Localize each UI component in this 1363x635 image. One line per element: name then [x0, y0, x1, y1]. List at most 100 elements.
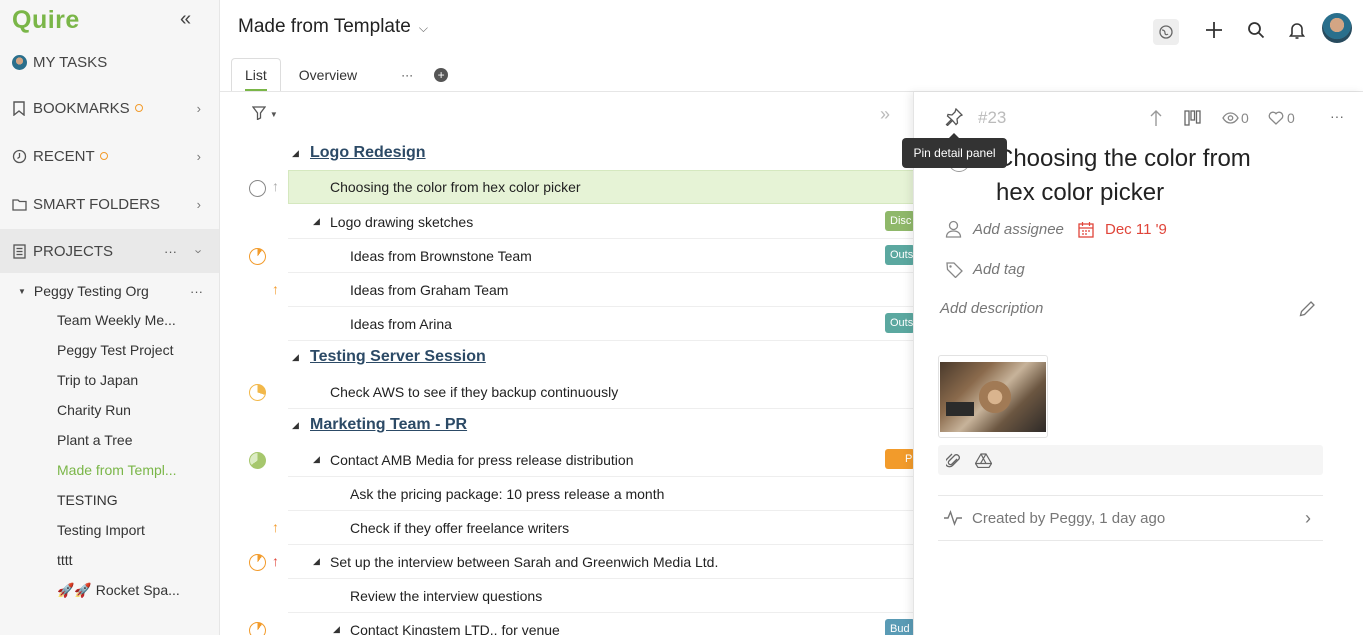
table-row[interactable]: Choosing the color from hex color picker [288, 170, 914, 204]
watchers-button[interactable]: 0 [1222, 110, 1249, 126]
tag-badge[interactable]: P [885, 449, 915, 469]
task-name[interactable]: Logo drawing sketches [330, 214, 473, 230]
tab-overview[interactable]: Overview [285, 58, 371, 92]
task-group-row[interactable]: ◢ Marketing Team - PR [288, 408, 914, 442]
table-row[interactable]: Ideas from Brownstone Team [288, 239, 914, 273]
chevron-right-icon[interactable]: › [197, 101, 201, 116]
activity-log[interactable]: Created by Peggy, 1 day ago [972, 510, 1165, 527]
sidebar-project-item[interactable]: 🚀🚀 Rocket Spa... [57, 582, 180, 599]
caret-down-icon[interactable]: ◢ [313, 216, 320, 227]
chevron-right-icon[interactable]: › [197, 149, 201, 164]
table-row[interactable]: Check AWS to see if they backup continuo… [288, 375, 914, 409]
page-title[interactable]: Made from Template ⌵ [238, 16, 428, 38]
description-field[interactable]: Add description [940, 300, 1043, 317]
sidebar-project-item[interactable]: tttt [57, 552, 73, 568]
tag-badge[interactable]: Outs [885, 313, 915, 333]
task-name[interactable]: Check AWS to see if they backup continuo… [330, 384, 618, 400]
projects-more-button[interactable]: ··· [164, 244, 177, 259]
sidebar-project-item[interactable]: Testing Import [57, 522, 145, 538]
user-avatar[interactable] [1322, 13, 1352, 43]
sidebar-item-smart-folders[interactable]: SMART FOLDERS › [0, 182, 219, 226]
tabs-more-button[interactable]: ··· [387, 58, 427, 92]
sidebar-project-item[interactable]: TESTING [57, 492, 118, 508]
chevron-right-icon[interactable]: › [1305, 508, 1311, 529]
priority-arrow-icon[interactable]: ↑ [272, 281, 279, 297]
quire-logo[interactable]: Quire [12, 6, 80, 35]
filter-button[interactable]: ▼ [251, 106, 278, 123]
caret-down-icon[interactable]: ◢ [333, 624, 340, 635]
task-group-row[interactable]: ◢ Testing Server Session [288, 340, 914, 374]
move-up-icon[interactable] [1148, 109, 1164, 132]
task-group-title[interactable]: Logo Redesign [310, 144, 426, 162]
panel-more-button[interactable]: ··· [1330, 108, 1344, 124]
plus-icon[interactable] [1202, 18, 1226, 42]
table-row[interactable]: Ideas from Graham Team [288, 273, 914, 307]
priority-arrow-icon[interactable]: ↑ [272, 519, 279, 535]
chevron-down-icon[interactable]: › [191, 249, 206, 253]
caret-down-icon[interactable]: ▼ [18, 287, 26, 296]
task-group-title[interactable]: Testing Server Session [310, 348, 486, 366]
sidebar-project-item[interactable]: Plant a Tree [57, 432, 133, 448]
public-globe-icon[interactable] [1153, 19, 1179, 45]
chevron-right-icon[interactable]: › [197, 197, 201, 212]
task-name[interactable]: Review the interview questions [350, 588, 542, 604]
task-checkbox[interactable] [249, 180, 266, 197]
org-row[interactable]: ▼ Peggy Testing Org ··· [0, 278, 219, 304]
tag-badge[interactable]: Outs [885, 245, 915, 265]
search-icon[interactable] [1244, 18, 1268, 42]
add-tag[interactable]: Add tag [973, 261, 1025, 278]
task-name[interactable]: Contact Kingstem LTD.. for venue [350, 622, 560, 635]
add-tab-icon[interactable]: + [427, 58, 455, 92]
task-name[interactable]: Set up the interview between Sarah and G… [330, 554, 718, 570]
table-row[interactable]: ◢ Contact AMB Media for press release di… [288, 443, 914, 477]
task-name[interactable]: Ideas from Arina [350, 316, 452, 332]
sidebar-item-recent[interactable]: RECENT › [0, 134, 219, 178]
table-row[interactable]: Ask the pricing package: 10 press releas… [288, 477, 914, 511]
sidebar-project-item-active[interactable]: Made from Templ... [57, 462, 177, 478]
table-row[interactable]: ◢ Set up the interview between Sarah and… [288, 545, 914, 579]
task-name[interactable]: Ideas from Graham Team [350, 282, 508, 298]
task-group-row[interactable]: ◢ Logo Redesign [288, 136, 914, 170]
org-more-button[interactable]: ··· [190, 284, 203, 299]
task-progress-icon[interactable] [249, 384, 266, 401]
task-name[interactable]: Ask the pricing package: 10 press releas… [350, 486, 664, 502]
edit-pencil-icon[interactable] [1299, 300, 1316, 322]
board-icon[interactable] [1184, 110, 1201, 131]
pin-icon[interactable] [945, 107, 964, 131]
task-progress-icon[interactable] [249, 622, 266, 635]
caret-down-icon[interactable]: ◢ [313, 454, 320, 465]
tag-badge[interactable]: Disc [885, 211, 915, 231]
task-name[interactable]: Check if they offer freelance writers [350, 520, 569, 536]
priority-arrow-icon[interactable]: ↑ [272, 553, 279, 569]
sidebar-item-projects[interactable]: PROJECTS ··· › [0, 229, 219, 273]
add-assignee[interactable]: Add assignee [973, 221, 1064, 238]
sidebar-project-item[interactable]: Peggy Test Project [57, 342, 173, 358]
bell-icon[interactable] [1285, 18, 1309, 42]
task-name[interactable]: Contact AMB Media for press release dist… [330, 452, 633, 468]
caret-down-icon[interactable]: ◢ [292, 420, 299, 431]
task-title[interactable]: Choosing the color from hex color picker [996, 142, 1296, 210]
sidebar-project-item[interactable]: Team Weekly Me... [57, 312, 176, 328]
priority-arrow-icon[interactable]: ↑ [272, 178, 279, 194]
task-group-title[interactable]: Marketing Team - PR [310, 416, 467, 434]
attachment-thumbnail[interactable] [938, 355, 1048, 438]
tag-badge[interactable]: Bud [885, 619, 915, 635]
like-button[interactable]: 0 [1268, 110, 1295, 126]
double-chevron-left-icon[interactable]: « [180, 8, 191, 31]
chevron-down-icon[interactable]: ⌵ [419, 21, 428, 35]
table-row[interactable]: ◢ Logo drawing sketches [288, 205, 914, 239]
table-row[interactable]: Review the interview questions [288, 579, 914, 613]
sidebar-item-my-tasks[interactable]: MY TASKS [0, 40, 219, 84]
sidebar-project-item[interactable]: Trip to Japan [57, 372, 138, 388]
table-row[interactable]: ◢ Contact Kingstem LTD.. for venue [288, 613, 914, 635]
task-name[interactable]: Ideas from Brownstone Team [350, 248, 532, 264]
sidebar-project-item[interactable]: Charity Run [57, 402, 131, 418]
table-row[interactable]: Check if they offer freelance writers [288, 511, 914, 545]
task-progress-icon[interactable] [249, 554, 266, 571]
task-progress-icon[interactable] [249, 248, 266, 265]
caret-down-icon[interactable]: ◢ [313, 556, 320, 567]
paperclip-icon[interactable] [944, 452, 961, 474]
task-progress-icon[interactable] [249, 452, 266, 469]
table-row[interactable]: Ideas from Arina [288, 307, 914, 341]
sidebar-item-bookmarks[interactable]: BOOKMARKS › [0, 86, 219, 130]
